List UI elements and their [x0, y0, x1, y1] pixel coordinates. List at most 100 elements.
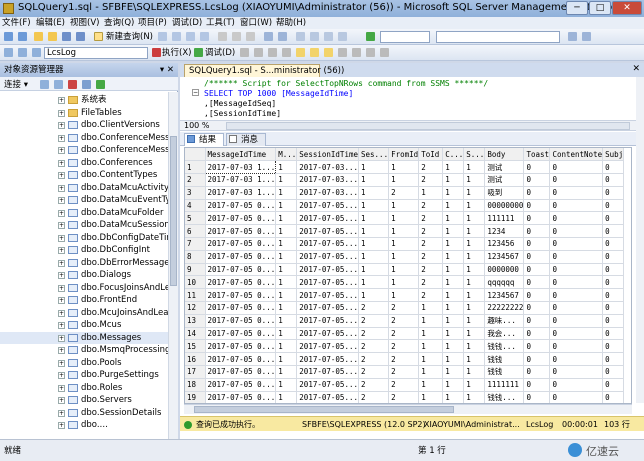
grid-cell[interactable]: 钱钱... — [484, 391, 525, 403]
table-row[interactable]: 15 2017-07-05 0... 1 2017-07-05... 2 2 1 1 1 钱钱..… — [185, 339, 625, 354]
grid-cell[interactable]: 0 — [602, 211, 625, 226]
tree-item[interactable]: + dbo.Conferences — [0, 157, 168, 170]
grid-cell[interactable]: 0 — [602, 186, 625, 200]
row-number[interactable]: 14 — [185, 327, 206, 341]
grid-cell[interactable]: 0 — [523, 327, 551, 341]
row-number[interactable]: 15 — [185, 339, 206, 354]
grid-cell[interactable]: 0 — [549, 199, 604, 213]
grid-cell[interactable]: 0 — [523, 211, 551, 226]
grid-cell[interactable]: 1 — [275, 301, 298, 315]
connect-icon[interactable] — [4, 48, 13, 57]
row-number[interactable]: 4 — [185, 199, 206, 213]
row-number[interactable]: 13 — [185, 314, 206, 328]
grid-cell[interactable]: 2 — [418, 173, 444, 187]
grid-cell[interactable]: 0 — [549, 352, 604, 367]
grid-cell[interactable]: 1 — [463, 288, 486, 303]
toolbar-options-icon[interactable] — [568, 32, 577, 41]
table-row[interactable]: 3 2017-07-03 1... 1 2017-07-03... 1 2 1 1 1 吸到 0 0 0 — [185, 186, 625, 200]
table-row[interactable]: 12 2017-07-05 0... 1 2017-07-05... 2 2 1 1 1 2222… — [185, 301, 625, 315]
table-row[interactable]: 2 2017-07-03 1... 1 2017-07-03... 1 1 2 1 1 测试 0 0 0 — [185, 173, 625, 187]
grid-cell[interactable]: 2017-07-05... — [296, 327, 359, 341]
new-project-icon[interactable] — [34, 32, 43, 41]
connect-explorer-icon[interactable] — [40, 80, 49, 89]
grid-cell[interactable]: 2017-07-05 0... — [205, 365, 277, 379]
grid-cell[interactable]: 1 — [275, 224, 298, 239]
tree-item[interactable]: + dbo.DataMcuSessions — [0, 219, 168, 232]
grid-cell[interactable]: 1 — [275, 339, 298, 354]
row-number[interactable]: 12 — [185, 301, 206, 315]
table-row[interactable]: 4 2017-07-05 0... 1 2017-07-05... 1 1 2 1 1 00000… — [185, 199, 625, 213]
grid-cell[interactable]: 1 — [442, 263, 465, 277]
tree-item[interactable]: + dbo.SessionDetails — [0, 407, 168, 420]
disconnect-icon[interactable] — [32, 48, 41, 57]
forward-icon[interactable] — [18, 32, 27, 41]
grid-cell[interactable]: 2017-07-05 0... — [205, 237, 277, 251]
grid-scroll-thumb[interactable] — [194, 406, 454, 413]
grid-cell[interactable]: 2 — [388, 352, 420, 367]
grid-cell[interactable]: 1 — [442, 352, 465, 367]
grid-cell[interactable]: 1 — [463, 237, 486, 251]
row-number[interactable]: 17 — [185, 365, 206, 379]
grid-horizontal-scrollbar[interactable] — [184, 404, 632, 414]
grid-cell[interactable]: 123456 — [484, 237, 525, 251]
column-header[interactable]: Toast — [523, 148, 551, 162]
grid-cell[interactable]: 1 — [463, 224, 486, 239]
grid-cell[interactable]: 00000000 — [484, 199, 525, 213]
row-number[interactable]: 16 — [185, 352, 206, 367]
expand-icon[interactable]: + — [58, 222, 65, 229]
grid-cell[interactable]: 2017-07-05... — [296, 237, 359, 251]
analysis-query-icon[interactable] — [172, 32, 181, 41]
column-header[interactable] — [185, 148, 206, 162]
grid-cell[interactable]: 2 — [418, 288, 444, 303]
grid-cell[interactable]: 0 — [549, 314, 604, 328]
grid-cell[interactable]: 0 — [602, 250, 625, 264]
column-header[interactable]: M... — [275, 148, 298, 162]
expand-icon[interactable]: + — [58, 284, 65, 292]
grid-cell[interactable]: 1 — [463, 327, 486, 341]
tree-item[interactable]: + dbo.DbConfigInt — [0, 244, 168, 257]
grid-cell[interactable]: 1 — [388, 275, 420, 290]
results-to-text-icon[interactable] — [296, 48, 305, 57]
filter-icon[interactable] — [82, 80, 91, 89]
row-number[interactable]: 3 — [185, 186, 206, 200]
scroll-thumb[interactable] — [170, 136, 177, 286]
grid-cell[interactable]: 1 — [418, 186, 444, 200]
expand-icon[interactable]: + — [58, 322, 65, 329]
grid-cell[interactable]: 1111111 — [484, 378, 525, 392]
grid-cell[interactable]: 1 — [442, 378, 465, 392]
grid-cell[interactable]: 2 — [388, 365, 420, 379]
grid-cell[interactable]: 2017-07-05... — [296, 301, 359, 315]
tree-item[interactable]: + dbo.Roles — [0, 382, 168, 395]
grid-cell[interactable]: 2 — [358, 314, 390, 328]
expand-icon[interactable]: + — [58, 372, 65, 379]
column-header[interactable]: C... — [442, 148, 465, 162]
solution-icon[interactable] — [338, 32, 347, 41]
minimize-button[interactable]: ─ — [566, 1, 588, 15]
grid-cell[interactable]: 1 — [418, 339, 444, 354]
grid-cell[interactable]: 1 — [418, 327, 444, 341]
grid-cell[interactable]: 1 — [442, 275, 465, 290]
menu-window[interactable]: 窗口(W) — [240, 17, 272, 29]
grid-cell[interactable]: 0 — [523, 160, 551, 175]
column-header[interactable]: SessionIdTime — [296, 148, 359, 162]
tree-item[interactable]: + dbo.ConferenceMessage — [0, 144, 168, 157]
grid-cell[interactable]: 0 — [549, 250, 604, 264]
grid-cell[interactable]: 1234567 — [484, 288, 525, 303]
tree-item[interactable]: + dbo.Servers — [0, 394, 168, 407]
menu-file[interactable]: 文件(F) — [2, 17, 31, 29]
menu-tools[interactable]: 工具(T) — [206, 17, 235, 29]
grid-cell[interactable]: 1 — [275, 327, 298, 341]
table-row[interactable]: 6 2017-07-05 0... 1 2017-07-05... 1 1 2 1 1 1234 0… — [185, 224, 625, 239]
grid-cell[interactable]: 2 — [358, 301, 390, 315]
grid-cell[interactable]: 2 — [358, 365, 390, 379]
tree-item[interactable]: + dbo.DataMcuFolder — [0, 207, 168, 220]
tree-item[interactable]: + dbo.DbConfigDateTime — [0, 232, 168, 245]
grid-cell[interactable]: 1 — [358, 288, 390, 303]
debug-button[interactable]: 调试(D) — [205, 47, 235, 59]
grid-cell[interactable]: 2017-07-03 1... — [205, 173, 277, 187]
grid-cell[interactable]: 0 — [602, 365, 625, 379]
open-file-icon[interactable] — [48, 32, 57, 41]
column-header[interactable]: ToId — [418, 148, 444, 162]
grid-cell[interactable]: 2017-07-03 1... — [204, 160, 277, 175]
grid-cell[interactable]: 2017-07-05... — [296, 391, 359, 403]
